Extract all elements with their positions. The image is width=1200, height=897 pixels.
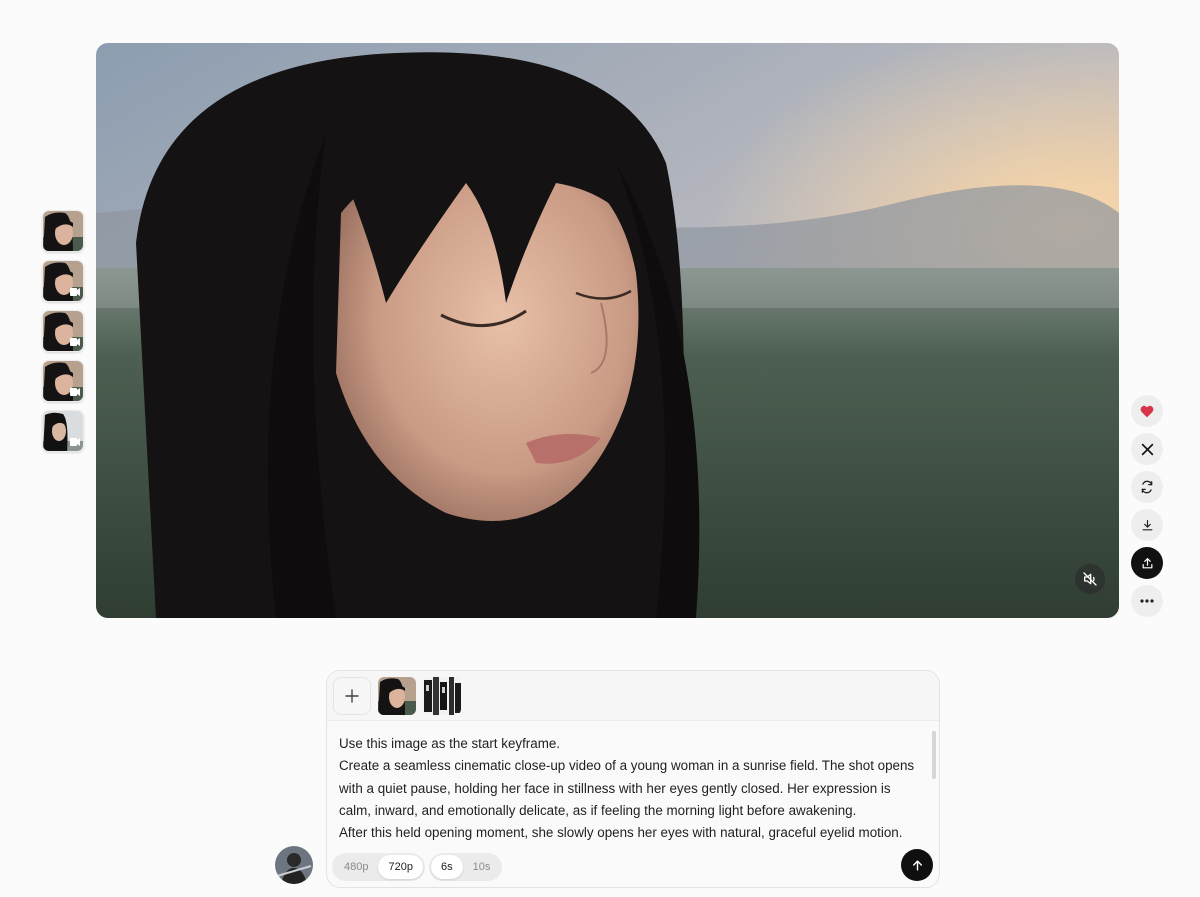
video-camera-icon bbox=[70, 388, 80, 396]
duration-selector: 6s 10s bbox=[428, 853, 503, 881]
video-player[interactable] bbox=[96, 43, 1119, 618]
resolution-selector: 480p 720p bbox=[332, 853, 425, 881]
video-camera-icon bbox=[70, 338, 80, 346]
video-frame bbox=[96, 43, 1119, 618]
speaker-muted-icon bbox=[1083, 572, 1097, 586]
user-avatar[interactable] bbox=[275, 846, 313, 884]
resolution-option-720p[interactable]: 720p bbox=[378, 855, 423, 879]
add-attachment-button[interactable] bbox=[333, 676, 371, 715]
avatar-image bbox=[275, 846, 313, 884]
thumbnail-item[interactable] bbox=[42, 310, 84, 352]
generation-settings: 480p 720p 6s 10s bbox=[332, 853, 503, 881]
thumbnail-item[interactable] bbox=[42, 410, 84, 452]
duration-option-10s[interactable]: 10s bbox=[463, 855, 501, 879]
video-camera-icon bbox=[70, 288, 80, 296]
like-button[interactable] bbox=[1131, 395, 1163, 427]
action-toolbar bbox=[1131, 395, 1163, 623]
submit-button[interactable] bbox=[901, 849, 933, 881]
prompt-line: Create a seamless cinematic close-up vid… bbox=[339, 758, 915, 774]
share-x-button[interactable] bbox=[1131, 433, 1163, 465]
thumbnail-item[interactable] bbox=[42, 210, 84, 252]
more-icon bbox=[1140, 599, 1154, 603]
attachment-image bbox=[378, 676, 416, 715]
prompt-line: calm, inward, and emotionally delicate, … bbox=[339, 802, 857, 818]
share-upload-icon bbox=[1142, 557, 1152, 568]
prompt-composer: Use this image as the start keyframe. Cr… bbox=[326, 670, 940, 888]
attachment-thumbnail[interactable] bbox=[423, 676, 461, 715]
duration-option-6s[interactable]: 6s bbox=[430, 855, 463, 879]
plus-icon bbox=[345, 688, 359, 703]
thumbnail-image bbox=[43, 211, 83, 251]
resolution-option-480p[interactable]: 480p bbox=[334, 855, 378, 879]
download-icon bbox=[1142, 519, 1152, 530]
attachment-image bbox=[423, 676, 461, 715]
arrow-up-icon bbox=[912, 859, 922, 871]
prompt-textarea[interactable]: Use this image as the start keyframe. Cr… bbox=[339, 733, 925, 844]
prompt-scrollbar[interactable] bbox=[932, 731, 936, 779]
heart-icon bbox=[1140, 405, 1154, 417]
generation-thumbnails bbox=[42, 210, 84, 460]
mute-toggle-button[interactable] bbox=[1075, 564, 1105, 594]
thumbnail-item[interactable] bbox=[42, 360, 84, 402]
x-logo-icon bbox=[1141, 443, 1153, 455]
refresh-icon bbox=[1141, 480, 1153, 494]
prompt-line: with a quiet pause, holding her face in … bbox=[339, 780, 891, 796]
thumbnail-item[interactable] bbox=[42, 260, 84, 302]
more-options-button[interactable] bbox=[1131, 585, 1163, 617]
prompt-line: After this held opening moment, she slow… bbox=[339, 825, 903, 841]
video-camera-icon bbox=[70, 438, 80, 446]
prompt-line: Use this image as the start keyframe. bbox=[339, 736, 561, 751]
attachments-row bbox=[327, 671, 939, 721]
attachment-thumbnail[interactable] bbox=[378, 676, 416, 715]
download-button[interactable] bbox=[1131, 509, 1163, 541]
regenerate-button[interactable] bbox=[1131, 471, 1163, 503]
share-button[interactable] bbox=[1131, 547, 1163, 579]
